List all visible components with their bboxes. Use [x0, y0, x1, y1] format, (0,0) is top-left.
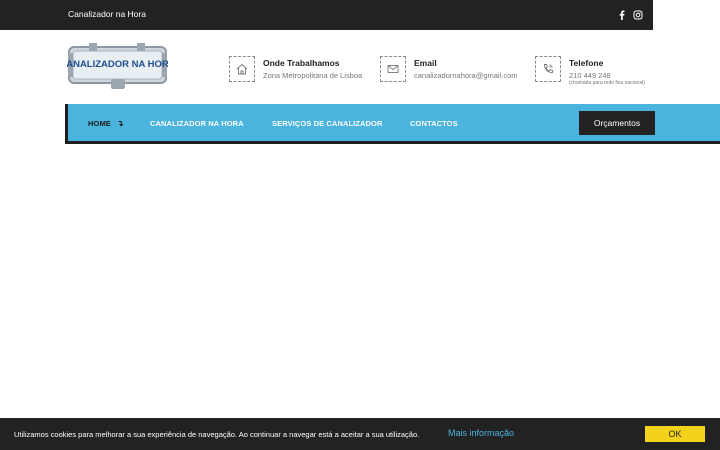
orcamentos-button[interactable]: Orçamentos [579, 111, 655, 135]
nav-item-canalizador-na-hora[interactable]: CANALIZADOR NA HORA [150, 119, 244, 128]
cookie-bar: Utilizamos cookies para melhorar a sua e… [0, 418, 720, 450]
envelope-icon [380, 56, 406, 82]
email-link[interactable]: canalizadornahora@gmail.com [414, 71, 518, 80]
nav-item-home[interactable]: HOME ↴ [88, 119, 124, 128]
logo-text: CANALIZADOR NA HORA [67, 59, 168, 70]
nav-item-servicos[interactable]: SERVIÇOS DE CANALIZADOR [272, 119, 383, 128]
email-title: Email [414, 58, 437, 68]
nav-home-label: HOME [88, 119, 111, 128]
top-bar: Canalizador na Hora [0, 0, 653, 30]
where-value: Zona Metropolitana de Lisboa [263, 71, 363, 80]
site-name: Canalizador na Hora [68, 9, 146, 19]
cookie-message: Utilizamos cookies para melhorar a sua e… [14, 430, 420, 439]
page: Canalizador na Hora CANALIZADOR NA HORA … [0, 0, 720, 450]
logo[interactable]: CANALIZADOR NA HORA [59, 43, 176, 90]
dropdown-arrow-icon: ↴ [116, 119, 124, 128]
cookie-more-info-link[interactable]: Mais informação [448, 428, 514, 438]
cookie-ok-button[interactable]: OK [645, 426, 705, 442]
where-title: Onde Trabalhamos [263, 58, 340, 68]
phone-note: (chamada para rede fixa nacional) [569, 80, 645, 86]
phone-link[interactable]: 210 449 248 [569, 71, 611, 80]
nav-item-contactos[interactable]: CONTACTOS [410, 119, 458, 128]
home-icon [229, 56, 255, 82]
main-nav: HOME ↴ CANALIZADOR NA HORA SERVIÇOS DE CA… [65, 104, 720, 144]
phone-icon [535, 56, 561, 82]
facebook-icon[interactable] [616, 8, 628, 20]
instagram-icon[interactable] [632, 8, 644, 20]
phone-title: Telefone [569, 58, 604, 68]
